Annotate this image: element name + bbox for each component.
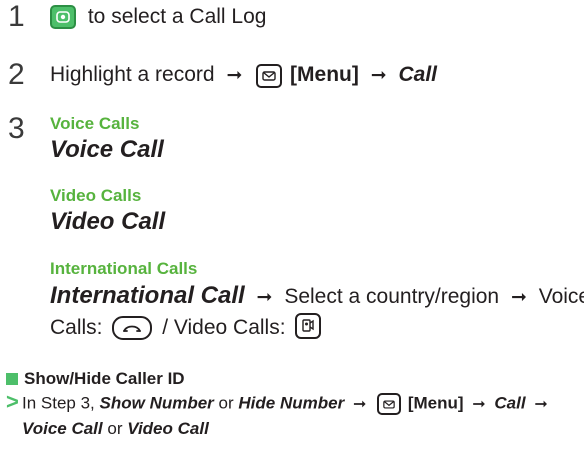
video-calls-heading: Video Calls — [50, 186, 142, 205]
step-2-text: Highlight a record — [50, 63, 215, 86]
international-calls-heading: International Calls — [50, 259, 198, 278]
call-action: Call — [398, 63, 437, 86]
step-number-2: 2 — [8, 58, 25, 91]
note-line-1: In Step 3, Show Number or Hide Number ➞ … — [22, 393, 552, 415]
call-key-icon — [112, 316, 153, 340]
step-number-3: 3 — [8, 112, 25, 145]
note-prefix: In Step 3, — [22, 393, 95, 413]
right-arrow-icon: ➞ — [472, 395, 486, 413]
note-or-2: or — [107, 419, 123, 438]
video-key-icon — [295, 313, 322, 339]
calls-label: Calls: — [50, 316, 103, 339]
note-or-1: or — [218, 393, 234, 413]
video-calls-separator: / Video Calls: — [162, 316, 286, 339]
step-number-1: 1 — [8, 0, 25, 33]
note-menu-label: [Menu] — [407, 393, 464, 413]
note-video-call-option: Video Call — [127, 419, 209, 438]
step-2-line: Highlight a record ➞ [Menu] ➞ Call — [50, 62, 437, 88]
section-title: Show/Hide Caller ID — [24, 369, 185, 388]
mail-key-icon — [256, 64, 283, 88]
nav-key-icon — [50, 5, 76, 29]
note-voice-call-option: Voice Call — [22, 419, 103, 438]
right-arrow-icon: ➞ — [510, 287, 527, 308]
voice-call-command: Voice Call — [50, 136, 164, 163]
video-call-command: Video Call — [50, 208, 166, 235]
select-country-text: Select a country/region — [284, 285, 500, 308]
section-marker-icon — [6, 373, 18, 385]
right-arrow-icon: ➞ — [352, 395, 367, 413]
step-1-line: to select a Call Log — [50, 4, 266, 29]
note-arrow-icon: > — [6, 389, 19, 414]
step-1-text: to select a Call Log — [87, 5, 267, 28]
right-arrow-icon: ➞ — [256, 287, 273, 308]
international-call-line-2: Calls: / Video Calls: — [50, 313, 322, 341]
note-line-2: Voice Call or Video Call — [22, 419, 209, 439]
right-arrow-icon: ➞ — [226, 65, 243, 86]
international-call-line-1: International Call ➞ Select a country/re… — [50, 280, 584, 311]
right-arrow-icon: ➞ — [534, 395, 548, 413]
show-number-option: Show Number — [99, 393, 214, 413]
voice-text: Voice — [538, 285, 584, 308]
note-call-option: Call — [494, 393, 526, 413]
international-call-command: International Call — [50, 282, 245, 309]
manual-page: 1 to select a Call Log 2 Highlight a rec… — [0, 0, 584, 453]
hide-number-option: Hide Number — [238, 393, 345, 413]
mail-key-icon — [377, 393, 402, 415]
menu-label: [Menu] — [290, 63, 359, 86]
right-arrow-icon: ➞ — [370, 65, 387, 86]
voice-calls-heading: Voice Calls — [50, 114, 140, 133]
